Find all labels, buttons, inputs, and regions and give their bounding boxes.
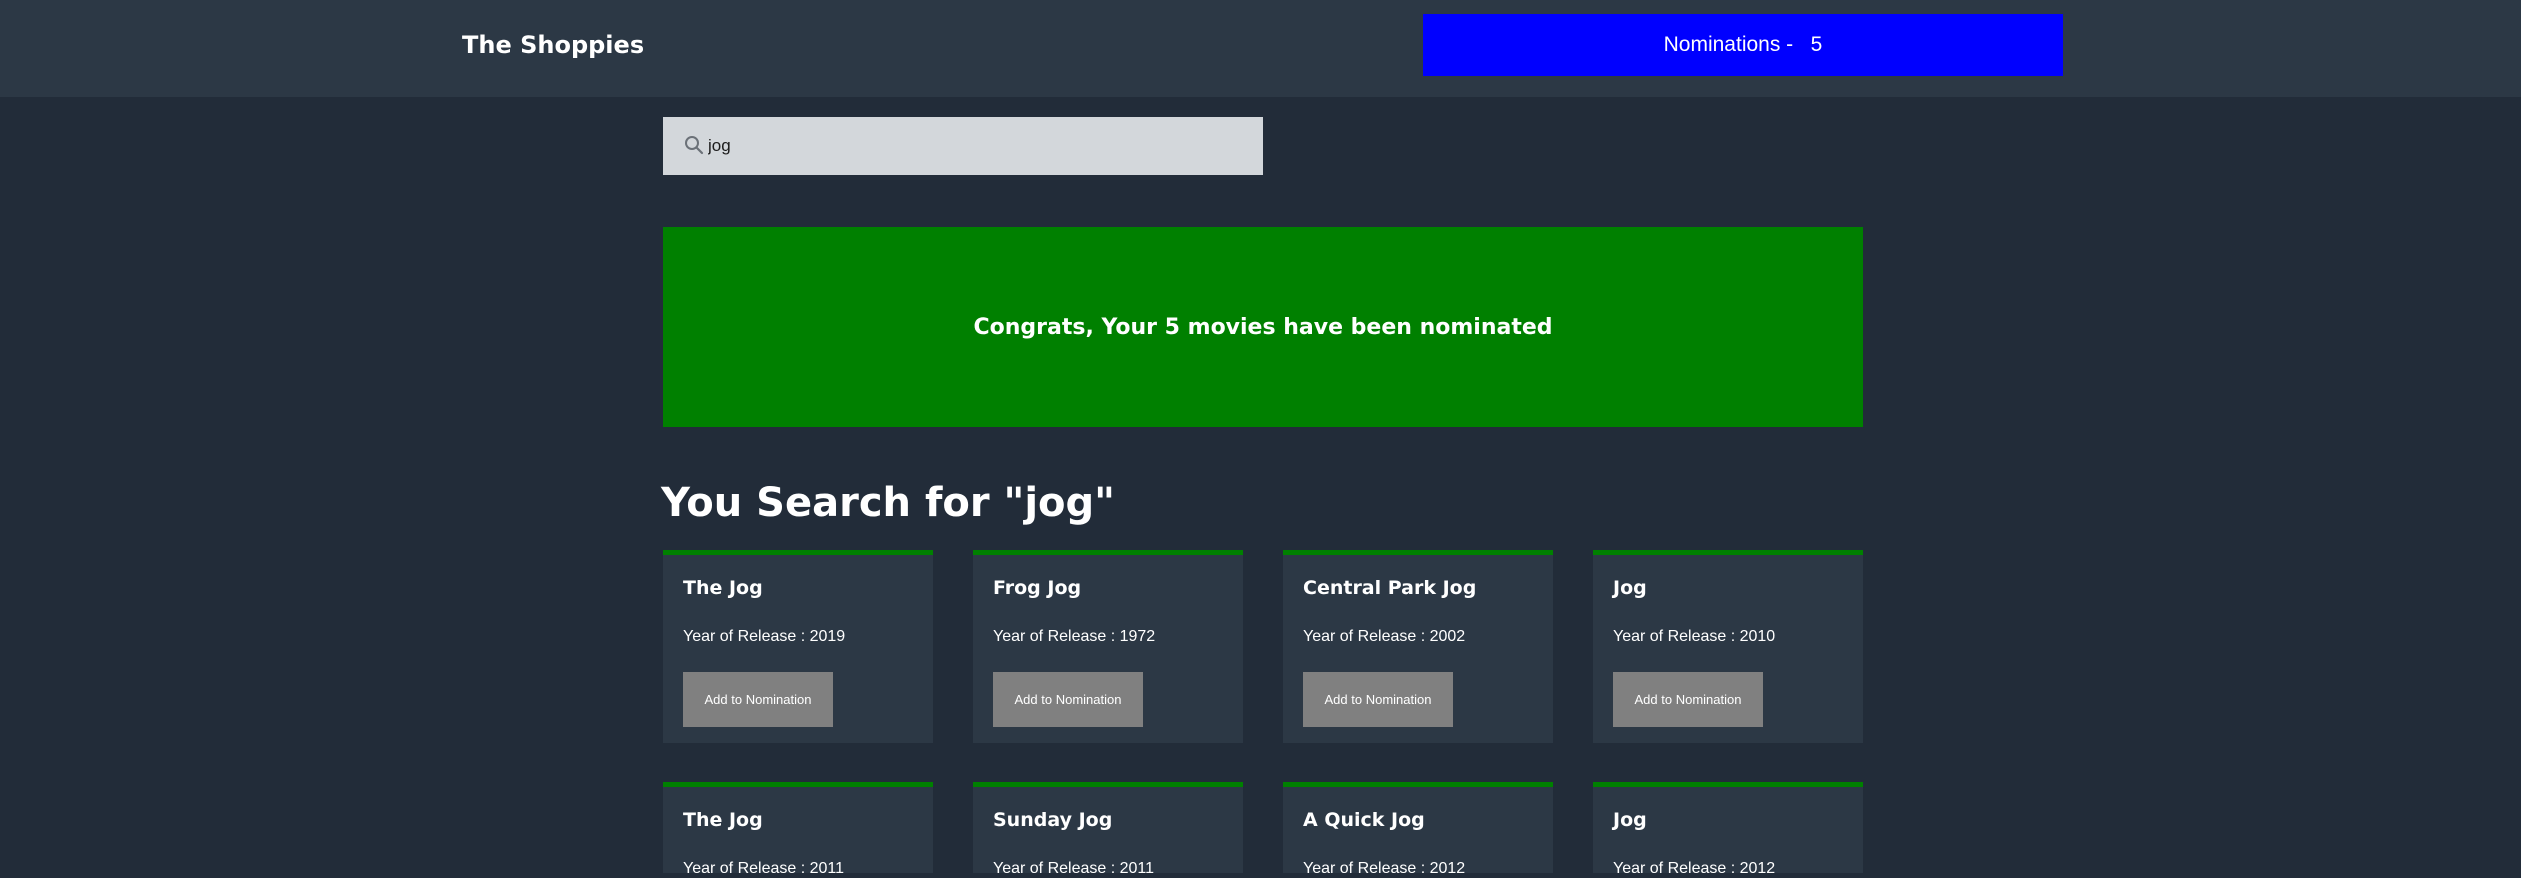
movie-card: Frog Jog Year of Release : 1972 Add to N… (973, 550, 1243, 743)
movie-year: Year of Release : 2011 (683, 860, 845, 877)
nominations-button[interactable]: Nominations - 5 (1423, 14, 2063, 76)
movie-title: Frog Jog (993, 577, 1082, 599)
movie-card: The Jog Year of Release : 2019 Add to No… (663, 550, 933, 743)
movie-title: Sunday Jog (993, 809, 1113, 831)
movie-card: Central Park Jog Year of Release : 2002 … (1283, 550, 1553, 743)
movie-year: Year of Release : 2012 (1303, 860, 1466, 877)
movie-year: Year of Release : 2011 (993, 860, 1155, 877)
movie-title: The Jog (683, 577, 763, 599)
movie-card: The Jog Year of Release : 2011 (663, 782, 933, 877)
results-heading: You Search for "jog" (661, 480, 1115, 526)
movie-year: Year of Release : 2019 (683, 628, 846, 645)
movie-card: Jog Year of Release : 2010 Add to Nomina… (1593, 550, 1863, 743)
search-icon (685, 136, 704, 155)
add-to-nomination-button[interactable]: Add to Nomination (993, 672, 1143, 727)
add-to-nomination-button[interactable]: Add to Nomination (1303, 672, 1453, 727)
brand-title: The Shoppies (462, 31, 645, 59)
movie-title: Jog (1613, 809, 1647, 831)
movie-year: Year of Release : 1972 (993, 628, 1156, 645)
movie-title: Jog (1613, 577, 1647, 599)
movie-year: Year of Release : 2012 (1613, 860, 1776, 877)
movie-card: A Quick Jog Year of Release : 2012 (1283, 782, 1553, 877)
add-to-nomination-button[interactable]: Add to Nomination (683, 672, 833, 727)
movie-year: Year of Release : 2002 (1303, 628, 1466, 645)
movie-card: Jog Year of Release : 2012 (1593, 782, 1863, 877)
movie-title: Central Park Jog (1303, 577, 1477, 599)
search-input[interactable] (708, 117, 1248, 175)
search-bar[interactable] (663, 117, 1263, 175)
movie-title: A Quick Jog (1303, 809, 1425, 831)
movie-title: The Jog (683, 809, 763, 831)
movie-year: Year of Release : 2010 (1613, 628, 1776, 645)
congrats-banner: Congrats, Your 5 movies have been nomina… (663, 227, 1863, 427)
top-header: The Shoppies Nominations - 5 (0, 0, 2521, 97)
add-to-nomination-button[interactable]: Add to Nomination (1613, 672, 1763, 727)
movie-card: Sunday Jog Year of Release : 2011 (973, 782, 1243, 877)
